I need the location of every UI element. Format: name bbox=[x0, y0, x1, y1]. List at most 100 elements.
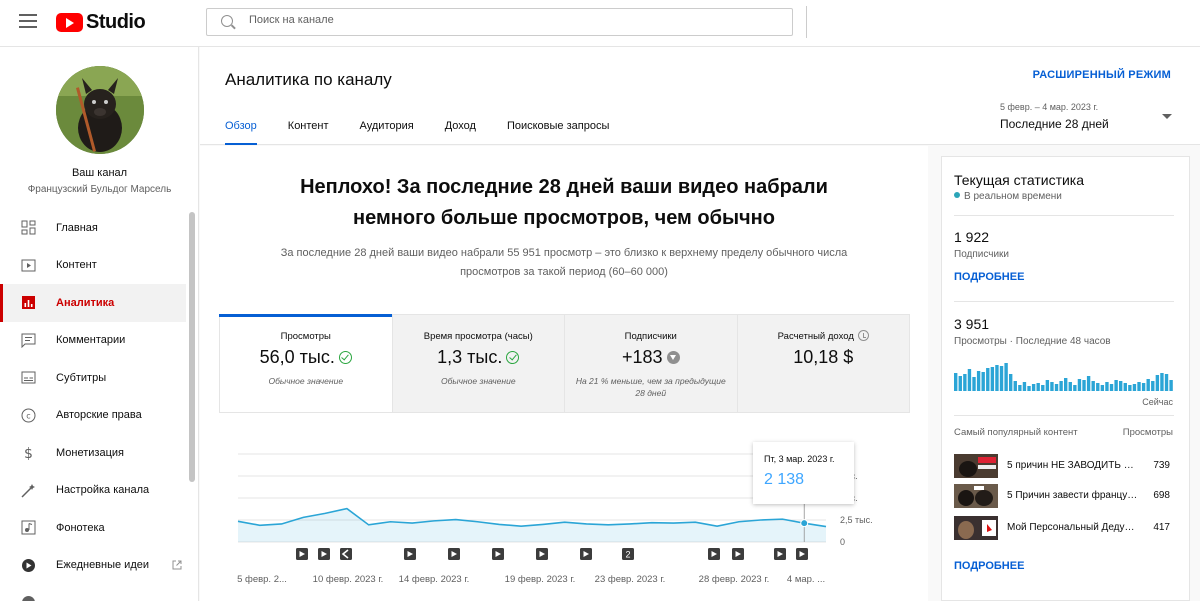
hourly-bar bbox=[999, 366, 1004, 391]
realtime-card: Текущая статистика В реальном времени 1 … bbox=[941, 156, 1190, 601]
sidebar-item-customization[interactable]: Настройка канала bbox=[0, 472, 186, 510]
top-content-row[interactable]: Мой Персональный Дедушка 417 bbox=[954, 516, 1174, 540]
sidebar-item-label: Монетизация bbox=[56, 446, 124, 459]
top-content-row[interactable]: 5 причин НЕ ЗАВОДИТЬ французского бульдо… bbox=[954, 454, 1174, 478]
metric-card-subscribers[interactable]: Подписчики +183 На 21 % меньше, чем за п… bbox=[565, 315, 738, 412]
hourly-bar bbox=[1009, 374, 1013, 391]
hourly-bar bbox=[1018, 385, 1022, 391]
metric-label: Расчетный доход bbox=[777, 331, 854, 343]
sidebar-item-label: Фонотека bbox=[56, 521, 105, 534]
tab-research[interactable]: Поисковые запросы bbox=[507, 120, 609, 145]
video-title[interactable]: 5 Причин завести французского бульдога bbox=[1007, 490, 1139, 501]
search-input[interactable] bbox=[249, 14, 769, 26]
metric-card-views[interactable]: Просмотры 56,0 тыс. Обычное значение bbox=[219, 314, 393, 412]
channel-avatar[interactable] bbox=[56, 66, 144, 154]
hourly-bar bbox=[1155, 375, 1160, 391]
video-thumbnail bbox=[954, 516, 998, 540]
top-bar: Studio bbox=[0, 0, 1200, 47]
metric-card-revenue[interactable]: Расчетный доход 10,18 $ bbox=[737, 315, 909, 412]
sidebar-item-content[interactable]: Контент bbox=[0, 247, 186, 285]
topbar-divider bbox=[806, 6, 807, 38]
hourly-bar bbox=[963, 374, 967, 391]
subscribers-more-link[interactable]: ПОДРОБНЕЕ bbox=[954, 271, 1024, 283]
metric-card-watch-time[interactable]: Время просмотра (часы) 1,3 тыс. Обычное … bbox=[392, 315, 565, 412]
views-label: Просмотры bbox=[954, 336, 1007, 347]
date-range-selector[interactable]: Последние 28 дней bbox=[1000, 117, 1109, 131]
x-tick-label: 28 февр. 2023 г. bbox=[699, 574, 770, 585]
hourly-bar bbox=[1123, 383, 1127, 391]
audio-library-icon bbox=[21, 520, 36, 535]
youtube-logo-icon bbox=[56, 13, 83, 32]
top-content-more-link[interactable]: ПОДРОБНЕЕ bbox=[954, 560, 1024, 572]
hourly-bar bbox=[1137, 382, 1141, 391]
sidebar-item-ideas[interactable]: Ежедневные идеи bbox=[0, 547, 186, 585]
video-title[interactable]: 5 причин НЕ ЗАВОДИТЬ французского бульдо… bbox=[1007, 460, 1139, 471]
tab-overview[interactable]: Обзор bbox=[225, 120, 257, 145]
tab-content[interactable]: Контент bbox=[288, 120, 329, 145]
divider bbox=[954, 415, 1174, 416]
hourly-views-chart[interactable] bbox=[954, 363, 1174, 391]
sidebar-item-monetization[interactable]: $ Монетизация bbox=[0, 434, 186, 472]
sidebar-item-subtitles[interactable]: Субтитры bbox=[0, 359, 186, 397]
check-circle-icon bbox=[506, 350, 520, 364]
metric-value: 10,18 $ bbox=[793, 347, 854, 367]
hourly-bar bbox=[1027, 386, 1031, 391]
metric-value: 1,3 тыс. bbox=[437, 347, 503, 367]
sidebar-scrollbar[interactable] bbox=[189, 212, 195, 482]
sidebar-item-label: Ежедневные идеи bbox=[56, 559, 150, 572]
hourly-bar bbox=[1041, 385, 1045, 391]
metric-label: Просмотры bbox=[280, 331, 331, 342]
sidebar-item-comments[interactable]: Комментарии bbox=[0, 322, 186, 360]
analytics-tabs: Обзор Контент Аудитория Доход Поисковые … bbox=[225, 120, 640, 145]
hourly-bar bbox=[1132, 384, 1137, 391]
ideas-icon bbox=[22, 558, 35, 572]
x-tick-label: 4 мар. ... bbox=[787, 574, 825, 585]
sidebar-item-analytics[interactable]: Аналитика bbox=[0, 284, 186, 322]
realtime-title: Текущая статистика bbox=[954, 172, 1085, 188]
hourly-bar bbox=[1086, 376, 1091, 391]
studio-logo[interactable]: Studio bbox=[56, 11, 146, 34]
hourly-bar bbox=[1064, 378, 1068, 391]
hourly-bar bbox=[967, 369, 972, 391]
metric-value: +183 bbox=[621, 347, 663, 367]
sidebar-item-label: Аналитика bbox=[56, 296, 115, 309]
hourly-bar bbox=[1151, 381, 1155, 391]
customization-icon bbox=[21, 483, 35, 498]
sidebar-item-partial[interactable] bbox=[0, 584, 186, 601]
hourly-bar bbox=[995, 365, 999, 391]
video-views: 698 bbox=[1153, 490, 1170, 501]
y-tick-label: 0 bbox=[840, 537, 845, 547]
hours-now-label: Сейчас bbox=[1142, 397, 1173, 407]
tab-revenue[interactable]: Доход bbox=[445, 120, 476, 145]
x-tick-label: 19 февр. 2023 г. bbox=[505, 574, 576, 585]
hourly-bar bbox=[976, 371, 981, 391]
metric-note: Обычное значение bbox=[440, 376, 516, 386]
sidebar: Ваш канал Французский Бульдог Марсель Гл… bbox=[0, 47, 199, 601]
advanced-mode-link[interactable]: РАСШИРЕННЫЙ РЕЖИМ bbox=[1033, 69, 1171, 81]
marker-count: 2 bbox=[625, 550, 630, 560]
metric-note: Обычное значение bbox=[268, 376, 344, 386]
tab-audience[interactable]: Аудитория bbox=[360, 120, 414, 145]
dashboard-icon bbox=[21, 220, 36, 235]
top-views-header: Просмотры bbox=[1122, 427, 1173, 438]
sidebar-item-copyright[interactable]: c Авторские права bbox=[0, 397, 186, 435]
search-icon[interactable] bbox=[221, 15, 233, 27]
chevron-down-icon[interactable] bbox=[1162, 114, 1172, 119]
subscriber-label: Подписчики bbox=[954, 249, 1010, 260]
hourly-bar bbox=[1100, 385, 1105, 391]
hourly-bar bbox=[1164, 374, 1169, 391]
hourly-bar bbox=[990, 367, 995, 391]
menu-icon[interactable] bbox=[19, 14, 37, 28]
top-content-row[interactable]: 5 Причин завести французского бульдога 6… bbox=[954, 484, 1174, 508]
top-content-header: Самый популярный контент bbox=[954, 427, 1078, 438]
video-title[interactable]: Мой Персональный Дедушка bbox=[1007, 522, 1139, 533]
sidebar-item-dashboard[interactable]: Главная bbox=[0, 209, 186, 247]
sidebar-item-audio-library[interactable]: Фонотека bbox=[0, 509, 186, 547]
chart-tooltip: Пт, 3 мар. 2023 г. 2 138 bbox=[753, 442, 854, 504]
clock-icon bbox=[857, 330, 869, 341]
search-box[interactable] bbox=[206, 8, 793, 36]
arrow-down-circle-icon bbox=[666, 350, 680, 364]
hourly-bar bbox=[1059, 381, 1063, 391]
metric-value-row: +183 bbox=[565, 347, 737, 368]
subtitles-icon bbox=[21, 371, 36, 384]
